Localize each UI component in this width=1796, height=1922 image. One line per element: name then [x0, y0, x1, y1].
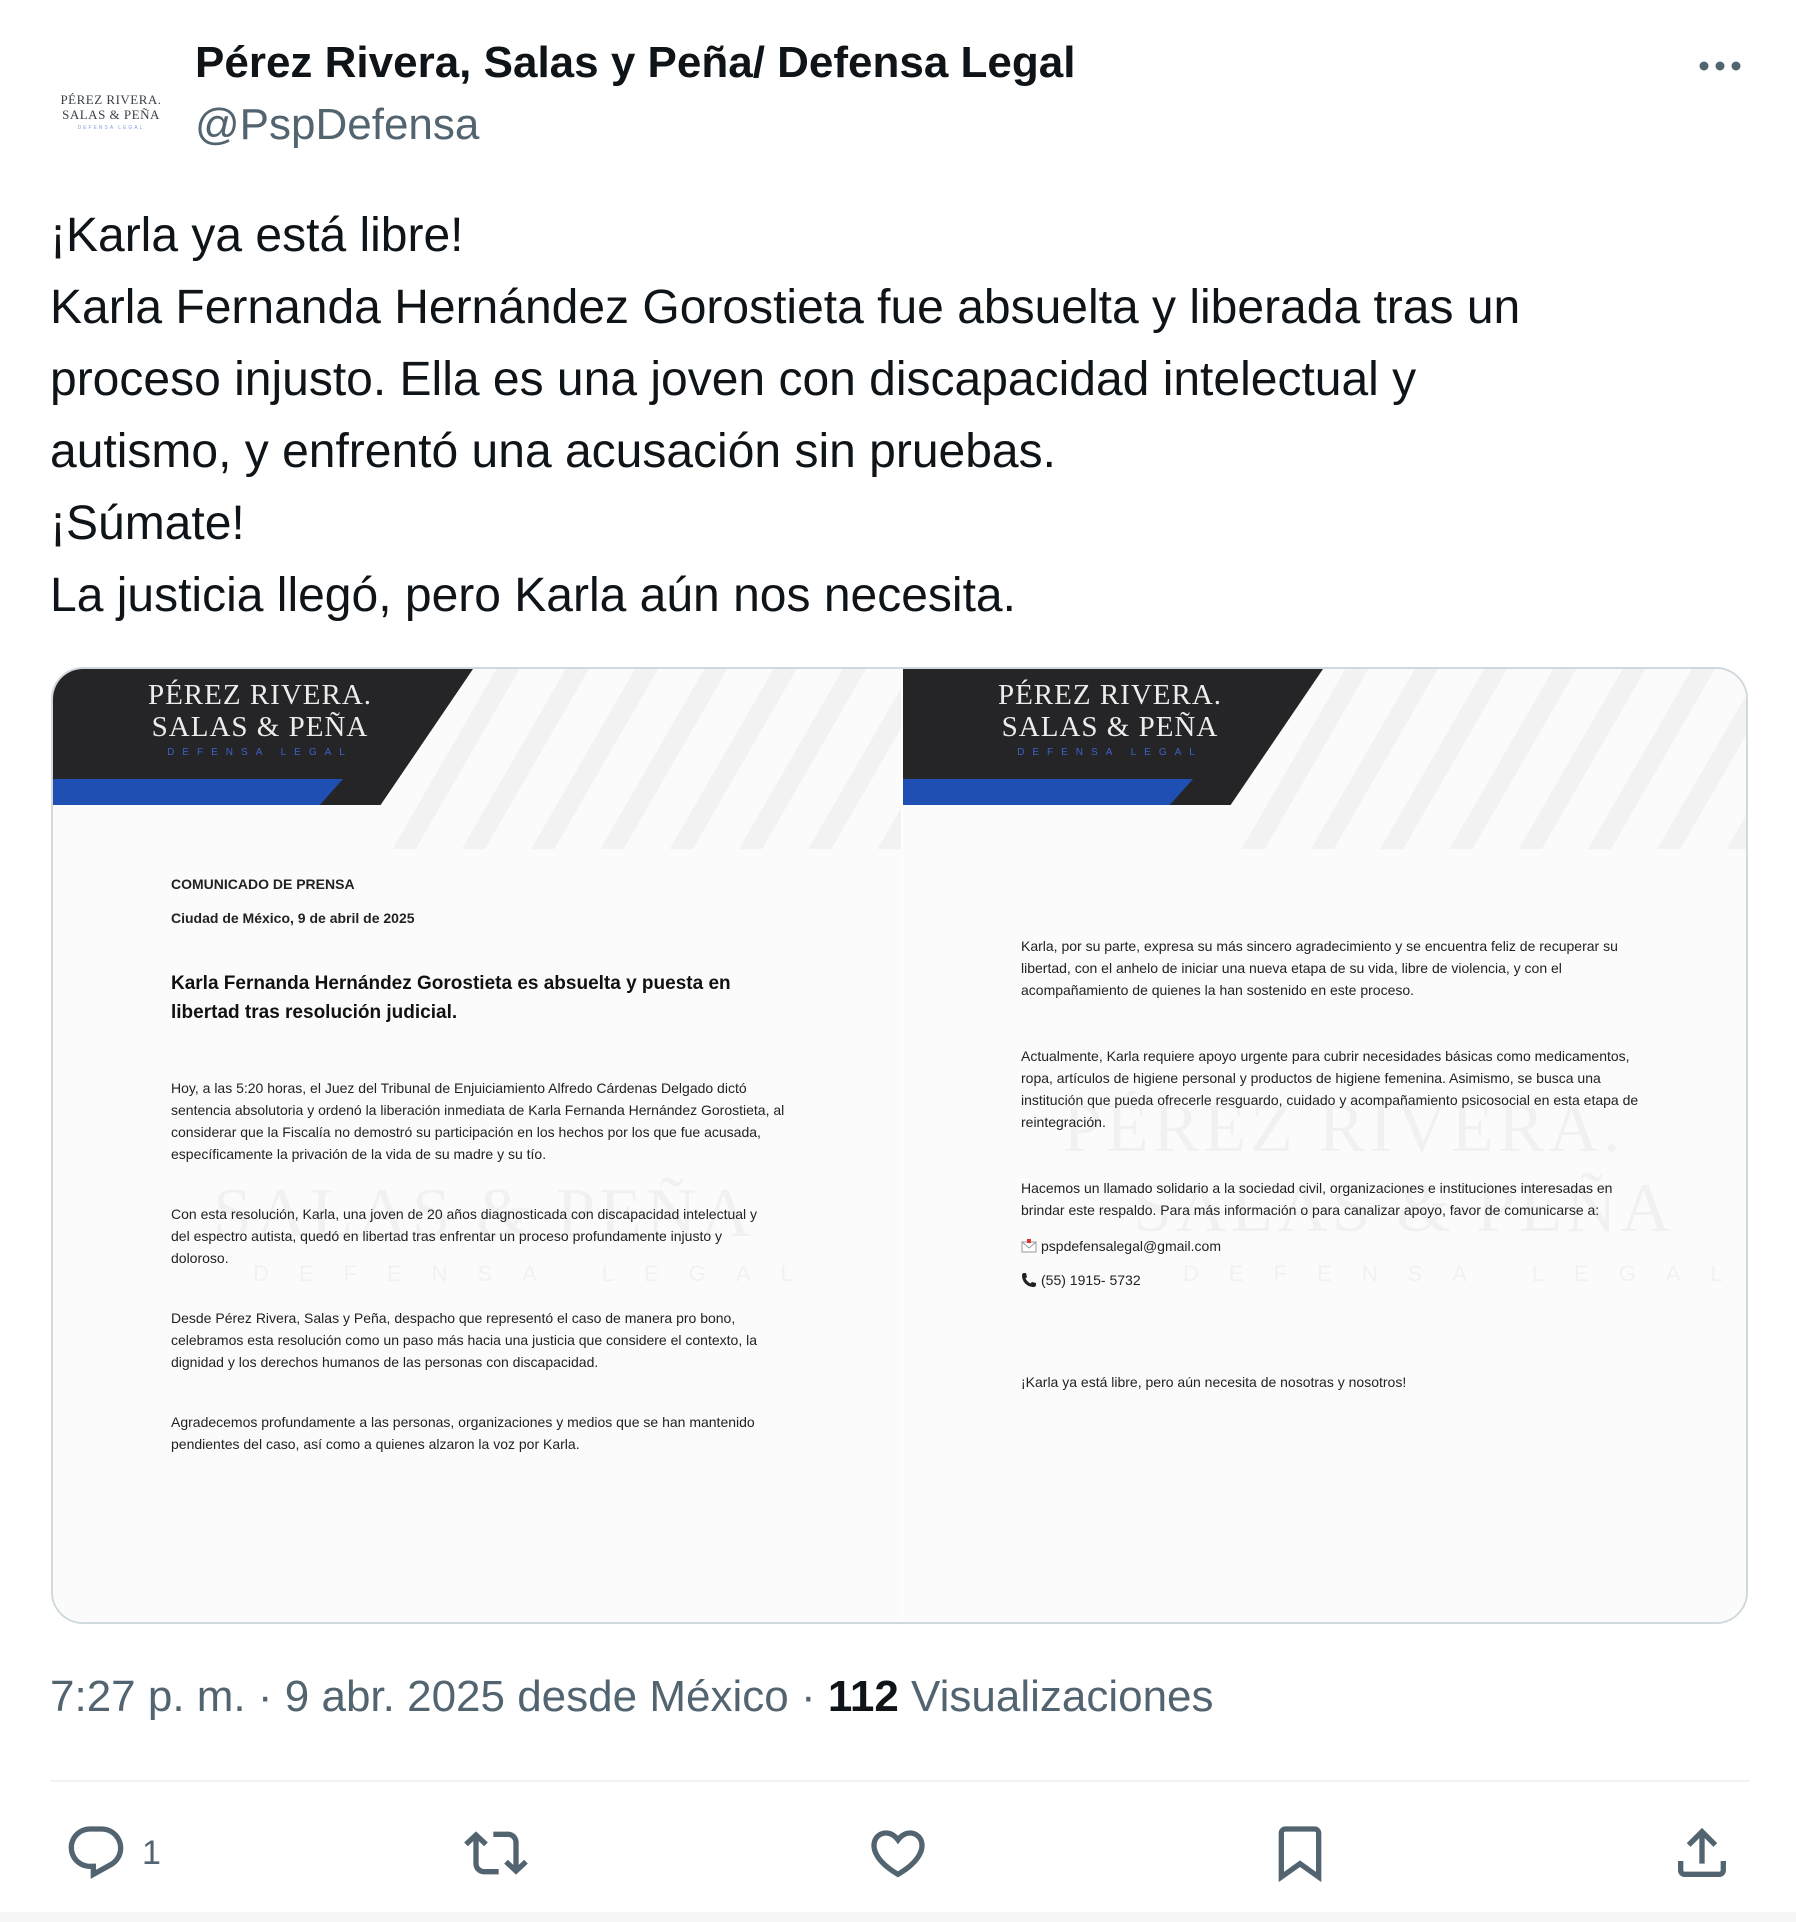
repost-icon: [464, 1831, 528, 1875]
tweet-line: La justicia llegó, pero Karla aún nos ne…: [50, 569, 1016, 622]
press-date: Ciudad de México, 9 de abril de 2025: [171, 910, 415, 926]
page-decoration: [381, 669, 901, 849]
avatar-logo-line2: SALAS & PEÑA: [62, 106, 160, 122]
avatar-logo-line1: PÉREZ RIVERA.: [60, 91, 162, 107]
tweet-line: ¡Súmate!: [50, 497, 245, 550]
bookmark-button[interactable]: [1268, 1818, 1332, 1888]
like-button[interactable]: [866, 1818, 930, 1888]
brand-subtitle: DEFENSA LEGAL: [1017, 747, 1203, 758]
brand-line2: SALAS & PEÑA: [151, 711, 369, 743]
tweet-line: ¡Karla ya está libre!: [50, 209, 464, 262]
author-display-name[interactable]: Pérez Rivera, Salas y Peña/ Defensa Lega…: [195, 38, 1075, 88]
tweet-date[interactable]: 9 abr. 2025 desde México: [285, 1672, 789, 1721]
author-handle[interactable]: @PspDefensa: [195, 100, 479, 150]
tweet-line: autismo, y enfrentó una acusación sin pr…: [50, 425, 1056, 478]
tweet-card: PÉREZ RIVERA. SALAS & PEÑA DEFENSA LEGAL…: [0, 0, 1796, 1922]
brand-accent-band: [53, 779, 343, 805]
contact-email-text: pspdefensalegal@gmail.com: [1041, 1238, 1221, 1254]
reply-icon: [68, 1826, 124, 1879]
tweet-line: proceso injusto. Ella es una joven con d…: [50, 353, 1417, 406]
press-release-page-1: COMUNICADO DE PRENSA Ciudad de México, 9…: [171, 873, 791, 1493]
more-options-button[interactable]: [1690, 48, 1750, 84]
press-paragraph: Hacemos un llamado solidario a la socied…: [1021, 1180, 1613, 1218]
brand-line2: SALAS & PEÑA: [1001, 711, 1219, 743]
contact-phone-text: (55) 1915- 5732: [1041, 1272, 1141, 1288]
meta-separator: ·: [800, 1672, 816, 1721]
brand-line1: PÉREZ RIVERA.: [997, 679, 1223, 711]
views-count: 112: [827, 1672, 899, 1721]
repost-button[interactable]: [464, 1818, 528, 1888]
press-closing: ¡Karla ya está libre, pero aún necesita …: [1021, 1374, 1407, 1390]
envelope-icon: [1021, 1239, 1037, 1253]
views-label: Visualizaciones: [911, 1672, 1214, 1721]
brand-logo-text: PÉREZ RIVERA. SALAS & PEÑA: [135, 679, 385, 743]
press-headline: Karla Fernanda Hernández Gorostieta es a…: [171, 973, 731, 1023]
phone-icon: [1022, 1273, 1036, 1287]
press-paragraph: Desde Pérez Rivera, Salas y Peña, despac…: [171, 1310, 757, 1370]
avatar[interactable]: PÉREZ RIVERA. SALAS & PEÑA DEFENSA LEGAL: [50, 50, 172, 172]
press-paragraph: Agradecemos profundamente a las personas…: [171, 1414, 755, 1452]
avatar-logo-line3: DEFENSA LEGAL: [77, 124, 145, 131]
press-paragraph: Con esta resolución, Karla, una joven de…: [171, 1206, 758, 1266]
tweet-line: Karla Fernanda Hernández Gorostieta fue …: [50, 281, 1521, 334]
meta-separator: ·: [257, 1672, 273, 1721]
brand-subtitle: DEFENSA LEGAL: [167, 747, 353, 758]
media-image-page-2[interactable]: PÉREZ RIVERA. SALAS & PEÑA DEFENSA LEGAL…: [903, 669, 1746, 1622]
bottom-edge: [0, 1912, 1796, 1922]
divider: [50, 1780, 1750, 1782]
bookmark-icon: [1278, 1826, 1322, 1883]
reply-button[interactable]: 1: [64, 1818, 161, 1888]
heart-icon: [871, 1830, 925, 1878]
tweet-time[interactable]: 7:27 p. m.: [50, 1672, 246, 1721]
press-paragraph: Karla, por su parte, expresa su más sinc…: [1021, 938, 1618, 998]
contact-phone: (55) 1915- 5732: [1021, 1269, 1641, 1291]
brand-line1: PÉREZ RIVERA.: [147, 679, 373, 711]
brand-accent-band: [903, 779, 1193, 805]
page-decoration: [1230, 669, 1746, 849]
media-image-page-1[interactable]: PÉREZ RIVERA. SALAS & PEÑA DEFENSA LEGAL…: [53, 669, 901, 1622]
share-icon: [1678, 1827, 1726, 1877]
more-dots-icon: [1699, 61, 1741, 71]
contact-email: pspdefensalegal@gmail.com: [1021, 1235, 1641, 1257]
brand-logo-text: PÉREZ RIVERA. SALAS & PEÑA: [985, 679, 1235, 743]
tweet-meta: 7:27 p. m. · 9 abr. 2025 desde México · …: [50, 1672, 1214, 1722]
press-paragraph: Actualmente, Karla requiere apoyo urgent…: [1021, 1048, 1639, 1130]
press-paragraph: Hoy, a las 5:20 horas, el Juez del Tribu…: [171, 1080, 785, 1162]
share-button[interactable]: [1670, 1818, 1734, 1888]
reply-count: 1: [142, 1833, 161, 1872]
tweet-text: ¡Karla ya está libre! Karla Fernanda Her…: [50, 200, 1750, 632]
press-label: COMUNICADO DE PRENSA: [171, 876, 355, 892]
tweet-media[interactable]: PÉREZ RIVERA. SALAS & PEÑA DEFENSA LEGAL…: [51, 667, 1748, 1624]
press-release-page-2: Karla, por su parte, expresa su más sinc…: [1021, 935, 1641, 1431]
